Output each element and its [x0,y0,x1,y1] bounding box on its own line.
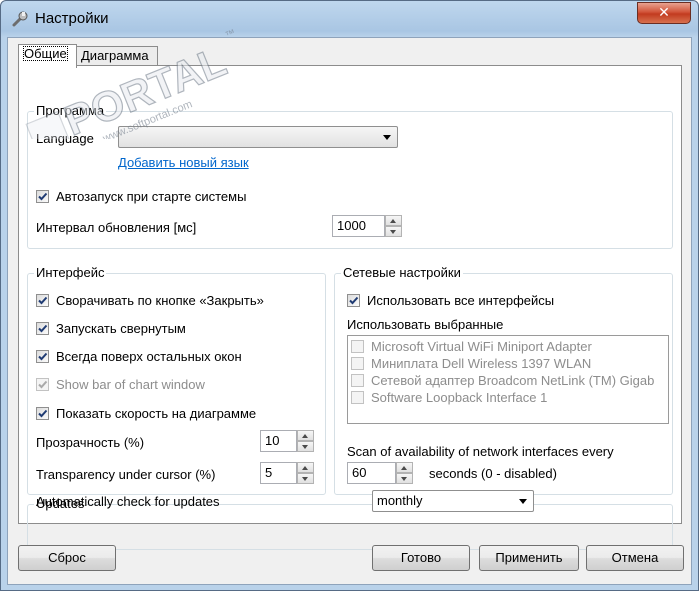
list-item[interactable]: Сетевой адаптер Broadcom NetLink (TM) Gi… [348,372,668,389]
show-chart-bar-checkbox: Show bar of chart window [36,377,205,392]
spin-down-icon[interactable] [396,473,413,484]
checkmark-icon [36,407,49,420]
scan-label: Scan of availability of network interfac… [347,444,614,459]
checkmark-icon [36,190,49,203]
cursor-opacity-label: Transparency under cursor (%) [36,467,216,482]
opacity-value[interactable]: 10 [260,430,297,452]
always-on-top-label: Всегда поверх остальных окон [56,349,242,364]
use-all-interfaces-label: Использовать все интерфейсы [367,293,555,308]
show-chart-bar-label: Show bar of chart window [56,377,205,392]
list-item[interactable]: Microsoft Virtual WiFi Miniport Adapter [348,338,668,355]
scan-suffix-label: seconds (0 - disabled) [429,466,557,481]
list-item[interactable]: Миниплата Dell Wireless 1397 WLAN [348,355,668,372]
checkbox-icon [351,340,364,353]
spin-down-icon[interactable] [297,441,314,452]
list-item[interactable]: Software Loopback Interface 1 [348,389,668,406]
checkmark-icon [36,294,49,307]
autostart-checkbox[interactable]: Автозапуск при старте системы [36,189,246,204]
program-group-title: Программа [34,103,107,119]
minimize-on-close-label: Сворачивать по кнопке «Закрыть» [56,293,264,308]
always-on-top-checkbox[interactable]: Всегда поверх остальных окон [36,349,242,364]
ok-button[interactable]: Готово [372,545,470,571]
cursor-opacity-spinner[interactable]: 5 [260,462,314,484]
checkbox-icon [351,357,364,370]
spin-up-icon[interactable] [297,430,314,441]
spin-up-icon[interactable] [297,462,314,473]
add-language-link[interactable]: Добавить новый язык [118,155,249,170]
checkmark-icon [36,350,49,363]
scan-interval-value[interactable]: 60 [347,462,396,484]
wrench-icon [12,11,28,27]
checkmark-icon [36,378,49,391]
network-group: Сетевые настройки Использовать все интер… [334,265,673,495]
minimize-on-close-checkbox[interactable]: Сворачивать по кнопке «Закрыть» [36,293,264,308]
network-group-title: Сетевые настройки [341,265,463,281]
close-icon: ✕ [658,5,670,21]
chevron-down-icon [383,135,391,140]
spin-up-icon[interactable] [396,462,413,473]
settings-window: Настройки ✕ Общие Диаграмма Программа La… [0,0,699,591]
program-group: Программа Language Добавить новый язык А… [27,103,673,249]
auto-update-label: Automatically check for updates [36,494,220,509]
apply-button[interactable]: Применить [479,545,579,571]
language-dropdown[interactable] [118,126,398,148]
tab-general[interactable]: Общие [18,44,77,68]
adapter-list[interactable]: Microsoft Virtual WiFi Miniport Adapter … [347,335,669,424]
interface-group: Интерфейс Сворачивать по кнопке «Закрыть… [27,265,326,495]
spin-down-icon[interactable] [297,473,314,484]
checkbox-icon [351,391,364,404]
start-minimized-checkbox[interactable]: Запускать свернутым [36,321,186,336]
interface-group-title: Интерфейс [34,265,107,281]
interval-spinner[interactable]: 1000 [332,215,402,237]
tab-panel-general: Программа Language Добавить новый язык А… [18,65,682,550]
updates-group: Updates [27,496,673,550]
window-title: Настройки [35,10,109,27]
show-speed-checkbox[interactable]: Показать скорость на диаграмме [36,406,256,421]
tab-chart[interactable]: Диаграмма [76,46,158,66]
use-selected-label: Использовать выбранные [347,317,504,332]
scan-interval-spinner[interactable]: 60 [347,462,413,484]
opacity-label: Прозрачность (%) [36,435,145,450]
spin-down-icon[interactable] [385,226,402,237]
reset-button[interactable]: Сброс [18,545,116,571]
autostart-label: Автозапуск при старте системы [56,189,247,204]
update-frequency-dropdown[interactable]: monthly [372,490,534,512]
start-minimized-label: Запускать свернутым [56,321,186,336]
dialog-body: Общие Диаграмма Программа Language Добав… [7,37,692,585]
show-speed-label: Показать скорость на диаграмме [56,406,257,421]
chevron-down-icon [519,499,527,504]
checkmark-icon [347,294,360,307]
interval-label: Интервал обновления [мс] [36,220,197,235]
title-bar[interactable]: Настройки ✕ [1,1,698,37]
checkbox-icon [351,374,364,387]
spin-up-icon[interactable] [385,215,402,226]
language-label: Language [36,131,94,146]
use-all-interfaces-checkbox[interactable]: Использовать все интерфейсы [347,293,554,308]
close-button[interactable]: ✕ [637,2,691,24]
checkmark-icon [36,322,49,335]
cursor-opacity-value[interactable]: 5 [260,462,297,484]
opacity-spinner[interactable]: 10 [260,430,314,452]
interval-value[interactable]: 1000 [332,215,385,237]
cancel-button[interactable]: Отмена [586,545,684,571]
update-frequency-value: monthly [377,493,423,508]
